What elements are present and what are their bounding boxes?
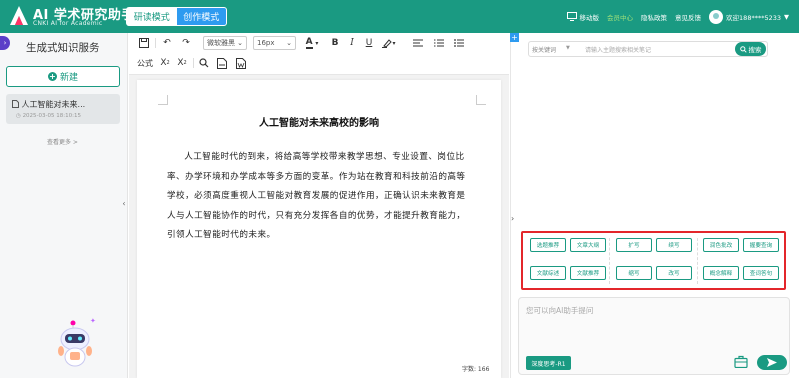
left-divider-handle[interactable]: ‹	[119, 199, 129, 213]
plus-circle-icon: +	[47, 72, 57, 81]
export-pdf-icon[interactable]	[216, 56, 228, 70]
tool-expand-button[interactable]: 扩写	[616, 238, 652, 252]
font-family-value: 微软雅黑	[207, 39, 235, 47]
robot-mascot-icon: ✦	[58, 317, 96, 367]
page-corner-mark	[476, 95, 486, 105]
tool-concept-explain-button[interactable]: 概念解释	[703, 266, 739, 280]
document-body[interactable]: 人工智能时代的到来，将给高等学校带来教学思想、专业设置、岗位比率、办学环境和办学…	[167, 148, 472, 246]
superscript-icon[interactable]: X2	[175, 56, 189, 70]
plus-icon[interactable]: +	[510, 33, 519, 42]
search-icon[interactable]	[198, 56, 210, 70]
tool-lit-review-button[interactable]: 文献综述	[530, 266, 566, 280]
svg-text:✦: ✦	[90, 317, 96, 325]
tool-outline-button[interactable]: 文章大纲	[570, 238, 606, 252]
tool-group-divider	[609, 238, 610, 284]
tool-shorten-button[interactable]: 缩写	[616, 266, 652, 280]
chevron-down-icon[interactable]: ▼	[566, 45, 570, 51]
document-title: 人工智能对未来...	[21, 100, 86, 109]
bold-icon[interactable]: B	[330, 36, 340, 50]
font-size-value: 16px	[257, 39, 275, 47]
page-corner-mark	[158, 95, 168, 105]
search-button[interactable]: 搜索	[735, 42, 766, 56]
top-bar: AI 学术研究助手 CNKI AI for Academic 研读模式 创作模式…	[0, 0, 799, 33]
tool-group-divider	[697, 238, 698, 284]
monitor-icon	[566, 12, 577, 21]
document-item-date: ◷ 2025-03-05 18:10:15	[16, 113, 81, 119]
top-nav: 移动版 会员中心 隐私政策 意见反馈 欢迎188****5233 ▼	[566, 0, 789, 33]
privacy-link[interactable]: 隐私政策	[641, 12, 667, 22]
avatar	[709, 9, 724, 24]
tool-continue-button[interactable]: 续写	[656, 238, 692, 252]
tool-lit-recommend-button[interactable]: 文献推荐	[570, 266, 606, 280]
send-icon	[767, 358, 777, 367]
tool-polish-button[interactable]: 润色批改	[703, 238, 739, 252]
right-divider-handle[interactable]: ›	[511, 214, 521, 228]
redo-icon[interactable]: ↷	[180, 36, 192, 50]
highlight-icon[interactable]: ▾	[380, 36, 398, 50]
subscript-icon[interactable]: X2	[158, 56, 172, 70]
mode-switch: 研读模式 创作模式	[126, 7, 227, 26]
mode-read-button[interactable]: 研读模式	[127, 8, 177, 25]
toolbox-icon[interactable]	[734, 355, 748, 368]
underline-icon[interactable]: U	[364, 36, 374, 50]
caret-down-icon: ▼	[784, 12, 789, 21]
toolbar-divider	[193, 58, 194, 68]
formula-button[interactable]: 公式	[136, 56, 154, 70]
document-icon	[12, 100, 19, 108]
search-button-label: 搜索	[748, 46, 762, 54]
user-name: 欢迎188****5233	[726, 13, 781, 22]
new-label: 新建	[59, 73, 78, 83]
logo-icon	[10, 6, 28, 25]
search-icon	[739, 45, 747, 53]
tool-abstract-query-button[interactable]: 握要查询	[743, 238, 779, 252]
align-left-icon[interactable]	[412, 36, 424, 50]
user-menu[interactable]: 欢迎188****5233 ▼	[709, 9, 789, 24]
tool-topic-recommend-button[interactable]: 选题推荐	[530, 238, 566, 252]
mobile-label: 移动版	[579, 13, 600, 22]
sidebar-title: 生成式知识服务	[26, 42, 100, 54]
undo-icon[interactable]: ↶	[161, 36, 173, 50]
document-date: 2025-03-05 18:10:15	[22, 113, 81, 119]
italic-icon[interactable]: I	[347, 36, 357, 50]
tool-rewrite-button[interactable]: 改写	[656, 266, 692, 280]
ordered-list-icon[interactable]	[433, 36, 445, 50]
toolbar-divider	[155, 38, 156, 48]
bullet-list-icon[interactable]	[453, 36, 465, 50]
search-type-select[interactable]: 按关键词	[532, 45, 556, 54]
save-icon[interactable]	[138, 36, 150, 50]
logo-subtitle: CNKI AI for Academic	[33, 20, 103, 27]
search-input[interactable]: 请输入主题搜索相关笔记	[585, 45, 651, 54]
member-link[interactable]: 会员中心	[607, 12, 633, 22]
feedback-link[interactable]: 意见反馈	[675, 12, 701, 22]
send-button[interactable]	[757, 355, 787, 370]
font-size-select[interactable]: 16px ⌄	[253, 36, 296, 50]
mode-create-button[interactable]: 创作模式	[176, 8, 226, 25]
clock-icon: ◷	[16, 113, 21, 119]
document-item-title: 人工智能对未来...	[12, 99, 85, 110]
document-list-item[interactable]: 人工智能对未来... ◷ 2025-03-05 18:10:15	[6, 94, 120, 124]
word-count: 字数: 166	[462, 366, 490, 373]
see-more-link[interactable]: 查看更多 >	[47, 137, 78, 146]
chevron-down-icon: ⌄	[237, 39, 243, 47]
deep-think-button[interactable]: 深度思考-R1	[526, 356, 571, 370]
document-heading[interactable]: 人工智能对未来高校的影响	[137, 114, 501, 129]
mobile-link[interactable]: 移动版	[566, 12, 600, 22]
assistant-input[interactable]: 您可以向AI助手提问	[526, 305, 593, 316]
font-color-icon[interactable]: A ▾	[303, 36, 321, 50]
font-family-select[interactable]: 微软雅黑 ⌄	[203, 36, 247, 50]
tool-word-query-button[interactable]: 查词答句	[743, 266, 779, 280]
export-word-icon[interactable]	[235, 56, 247, 70]
new-document-button[interactable]: + 新建	[6, 66, 120, 87]
chevron-down-icon: ⌄	[286, 39, 292, 47]
